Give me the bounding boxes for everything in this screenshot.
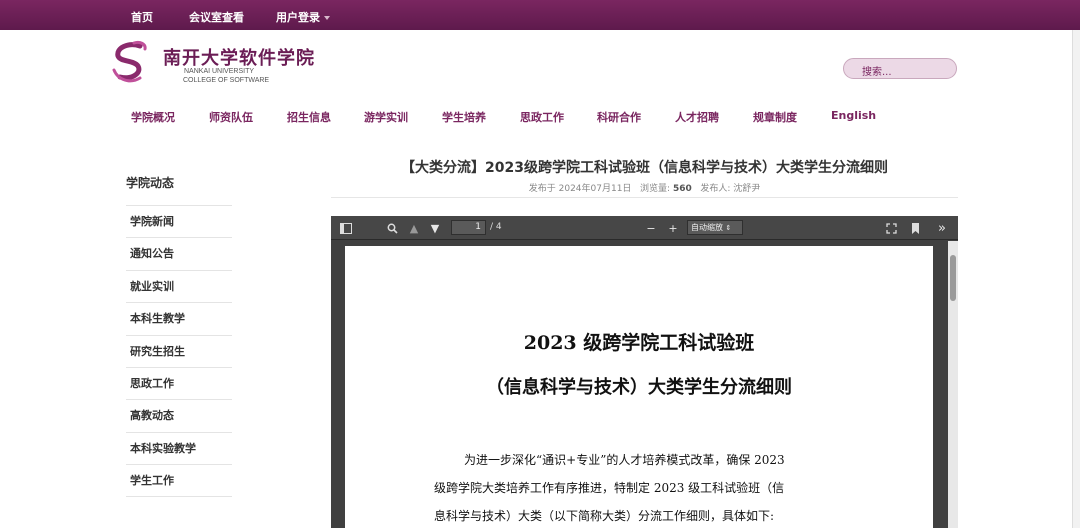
pdf-page: 2023 级跨学院工科试验班 （信息科学与技术）大类学生分流细则 为进一步深化“… (345, 246, 933, 528)
doc-paragraph: 为进一步深化“通识+专业”的人才培养模式改革，确保 2023 级跨学院大类培养工… (434, 446, 854, 528)
sidebar-item-grad-admission[interactable]: 研究生招生 (126, 334, 232, 367)
sidebar-item-higher-ed[interactable]: 高教动态 (126, 399, 232, 431)
page-scrollbar[interactable] (1072, 30, 1080, 528)
bookmark-icon[interactable] (908, 220, 922, 236)
chevron-down-icon (324, 16, 330, 20)
nav-item-admission[interactable]: 招生信息 (287, 109, 331, 125)
logo-title-cn: 南开大学软件学院 (163, 48, 315, 69)
pdf-toolbar: ▲ ▼ 1 / 4 − + 自动缩放 ⇕ » (331, 216, 958, 240)
sidebar-item-ideology[interactable]: 思政工作 (126, 366, 232, 399)
nav-item-ideology[interactable]: 思政工作 (520, 109, 564, 125)
views-count: 560 (672, 184, 692, 194)
zoom-value: 自动缩放 (691, 223, 723, 232)
pdf-scroll-thumb[interactable] (950, 255, 956, 301)
logo-title-en-2: COLLEGE OF SOFTWARE (183, 77, 270, 84)
page-title: 【大类分流】2023级跨学院工科试验班（信息科学与技术）大类学生分流细则 (401, 160, 888, 176)
zoom-in-icon[interactable]: + (667, 220, 679, 236)
zoom-out-icon[interactable]: − (645, 220, 657, 236)
nav-item-faculty[interactable]: 师资队伍 (209, 109, 253, 125)
publish-date: 发布于 2024年07月11日 (528, 184, 632, 194)
doc-title-line-2: （信息科学与技术）大类学生分流细则 (486, 377, 792, 398)
article-meta: 发布于 2024年07月11日 浏览量: 560 发布人: 沈舒尹 (331, 181, 958, 194)
logo-emblem-icon (112, 40, 147, 83)
doc-line: 为进一步深化“通识+专业”的人才培养模式改革，确保 2023 (464, 453, 785, 467)
sidebar-item-lab-teaching[interactable]: 本科实验教学 (126, 431, 232, 464)
sidebar-item-undergrad[interactable]: 本科生教学 (126, 302, 232, 334)
sidebar-toggle-icon[interactable] (339, 220, 353, 236)
nav-item-rules[interactable]: 规章制度 (753, 109, 797, 125)
search-icon[interactable] (385, 220, 399, 236)
login-label: 用户登录 (276, 11, 320, 24)
sidebar-item-employment[interactable]: 就业实训 (126, 269, 232, 302)
top-link-login[interactable]: 用户登录 (276, 9, 330, 25)
doc-line: 息科学与技术）大类（以下简称大类）分流工作细则，具体如下: (434, 509, 775, 523)
top-bar: 首页 会议室查看 用户登录 (0, 0, 1080, 30)
sidebar-list: 学院新闻 通知公告 就业实训 本科生教学 研究生招生 思政工作 高教动态 本科实… (126, 205, 232, 497)
pdf-scrollbar[interactable] (948, 241, 958, 528)
page-number-input[interactable]: 1 (451, 220, 486, 235)
zoom-select[interactable]: 自动缩放 ⇕ (687, 220, 743, 235)
doc-title-line-1: 2023 级跨学院工科试验班 (523, 332, 755, 354)
divider (331, 197, 958, 198)
sidebar-item-notices[interactable]: 通知公告 (126, 237, 232, 269)
nav-item-research[interactable]: 科研合作 (597, 109, 641, 125)
arrow-up-icon[interactable]: ▲ (407, 220, 421, 236)
sidebar-title: 学院动态 (126, 176, 175, 190)
tools-menu-icon[interactable]: » (935, 220, 949, 236)
sidebar-item-student-affairs[interactable]: 学生工作 (126, 464, 232, 497)
page-total: / 4 (490, 222, 502, 232)
fullscreen-icon[interactable] (884, 220, 898, 236)
sidebar-item-news[interactable]: 学院新闻 (126, 205, 232, 237)
nav-item-recruit[interactable]: 人才招聘 (675, 109, 719, 125)
nav-item-students[interactable]: 学生培养 (442, 109, 486, 125)
views-label: 浏览量: (640, 184, 671, 194)
top-link-meeting[interactable]: 会议室查看 (189, 9, 244, 25)
author: 发布人: 沈舒尹 (700, 184, 761, 194)
top-link-home[interactable]: 首页 (131, 9, 153, 25)
select-arrows-icon: ⇕ (725, 224, 732, 232)
logo-title-en-1: NANKAI UNIVERSITY (184, 68, 255, 75)
pdf-viewer: ▲ ▼ 1 / 4 − + 自动缩放 ⇕ » 2023 级跨学院工科试验班 （信… (331, 216, 958, 528)
nav-item-english[interactable]: English (831, 109, 876, 122)
arrow-down-icon[interactable]: ▼ (428, 220, 442, 236)
doc-line: 级跨学院大类培养工作有序推进，特制定 2023 级工科试验班（信 (434, 481, 785, 495)
search-input[interactable]: 搜索... (843, 58, 957, 79)
nav-item-about[interactable]: 学院概况 (131, 109, 175, 125)
nav-item-training[interactable]: 游学实训 (364, 109, 408, 125)
